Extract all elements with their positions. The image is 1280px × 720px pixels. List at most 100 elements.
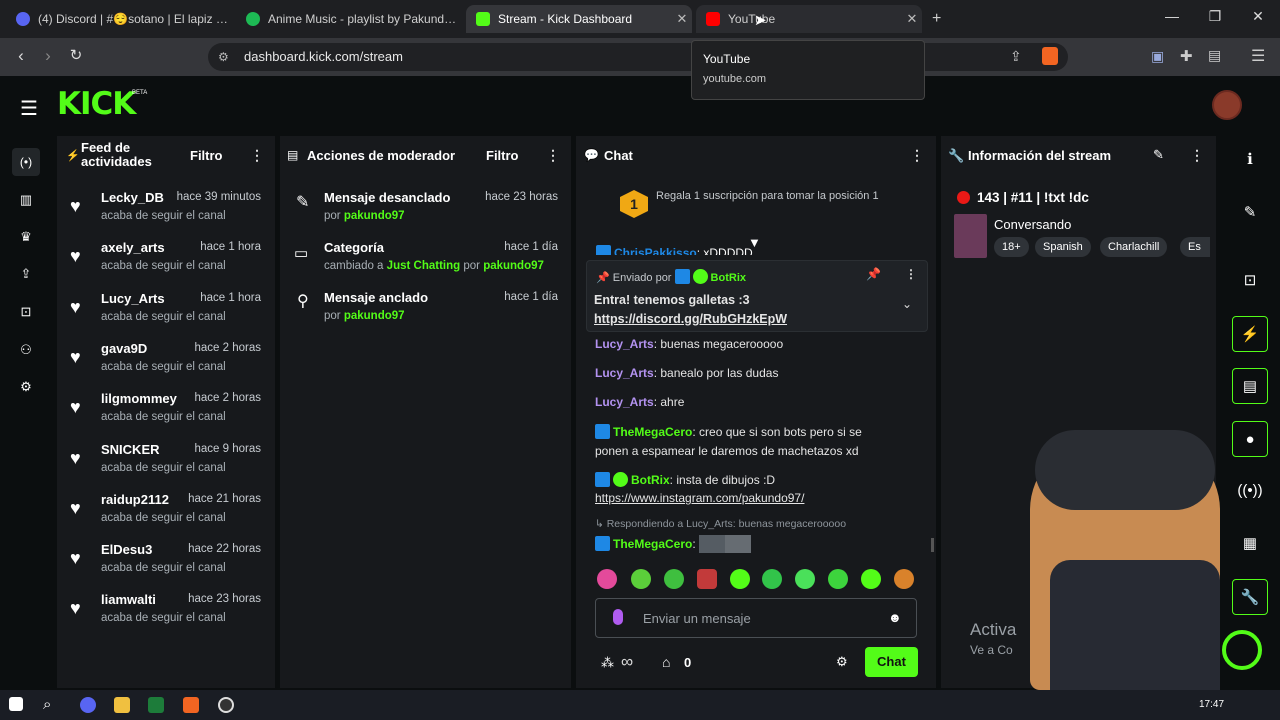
tab-youtube[interactable]: YouTube ✕: [696, 5, 922, 33]
maximize-icon[interactable]: ❐: [1200, 8, 1230, 30]
wallet-icon[interactable]: ▣: [1151, 48, 1164, 65]
emoji-icon[interactable]: ☻: [888, 610, 902, 625]
brave-shield-icon[interactable]: [1042, 47, 1058, 65]
pinned-more-icon[interactable]: ⋮: [905, 267, 917, 281]
feed-item[interactable]: ♥ ElDesu3 hace 22 horas acaba de seguir el …: [70, 542, 265, 586]
mod-more-icon[interactable]: ⋮: [546, 147, 560, 164]
feed-username: liamwalti: [101, 592, 156, 608]
feed-action: acaba de seguir el canal: [101, 360, 226, 373]
close-tab-icon[interactable]: ✕: [672, 11, 692, 27]
broadcast-icon[interactable]: ((•)): [1232, 473, 1268, 509]
layout-icon[interactable]: ▦: [1232, 526, 1268, 562]
info-more-icon[interactable]: ⋮: [1190, 147, 1204, 164]
minimize-icon[interactable]: —: [1157, 8, 1187, 30]
feed-item[interactable]: ♥ lilgmommey hace 2 horas acaba de seguir e…: [70, 391, 265, 435]
feed-item[interactable]: ♥ gava9D hace 2 horas acaba de seguir el ca…: [70, 341, 265, 385]
pin-icon[interactable]: 📌: [866, 267, 881, 281]
emote-icon[interactable]: [730, 569, 750, 589]
cat-hair-overlay: [1035, 430, 1215, 510]
forward-icon[interactable]: ›: [36, 46, 60, 68]
search-icon[interactable]: ⌕: [43, 696, 51, 713]
chevron-down-icon[interactable]: ⌄: [902, 297, 912, 311]
mod-action-title: Mensaje desanclado: [324, 190, 451, 205]
reload-icon[interactable]: ↻: [64, 46, 88, 68]
info-icon[interactable]: ℹ: [1232, 142, 1268, 178]
feed-item[interactable]: ♥ Lucy_Arts hace 1 hora acaba de seguir el …: [70, 291, 265, 335]
bolt-icon[interactable]: ⚡: [1232, 316, 1268, 352]
pinned-text: Entra! tenemos galletas :3: [594, 293, 750, 307]
emote-icon[interactable]: [762, 569, 782, 589]
watermark-text: Activa: [970, 620, 1017, 639]
feed-username: Lucy_Arts: [101, 290, 165, 306]
menu-icon[interactable]: ☰: [1251, 46, 1265, 66]
sidebar-stream-icon[interactable]: (•): [12, 148, 40, 176]
tab-kick[interactable]: Stream - Kick Dashboard ✕: [466, 5, 692, 33]
discord-icon[interactable]: [80, 697, 96, 713]
obs-icon[interactable]: [218, 697, 234, 713]
kick-logo[interactable]: KICK: [57, 86, 136, 122]
feed-more-icon[interactable]: ⋮: [250, 147, 264, 164]
analytics-icon[interactable]: ▥: [17, 192, 35, 208]
chat-more-icon[interactable]: ⋮: [910, 147, 924, 164]
edit-icon[interactable]: ✎: [1232, 195, 1268, 231]
emote-icon[interactable]: [664, 569, 684, 589]
document-icon[interactable]: ▤: [1232, 368, 1268, 404]
stream-title: 143 | #11 | !txt !dc: [977, 190, 1089, 205]
chat-link[interactable]: https://www.instagram.com/pakundo97/: [595, 491, 804, 505]
avatar[interactable]: [1212, 90, 1242, 120]
emote-icon[interactable]: [894, 569, 914, 589]
collapse-pinned-icon[interactable]: ▼: [748, 235, 761, 250]
upload-icon[interactable]: ⇪: [17, 266, 35, 282]
tab-title: (4) Discord | #😌sotano | El lapiz de L: [38, 12, 232, 26]
feed-username: gava9D: [101, 340, 148, 356]
excel-icon[interactable]: [148, 697, 164, 713]
emote-icon[interactable]: [861, 569, 881, 589]
site-settings-icon[interactable]: ⚙: [218, 50, 229, 64]
chat-settings-icon[interactable]: ⚙: [836, 654, 848, 670]
wrench-icon[interactable]: 🔧: [1232, 579, 1268, 615]
microphone-icon[interactable]: [613, 609, 623, 625]
brave-browser-icon[interactable]: [183, 697, 199, 713]
mouse-cursor-icon: ➤: [754, 12, 767, 29]
emote-icon[interactable]: [597, 569, 617, 589]
feed-item[interactable]: ♥ raidup2112 hace 21 horas acaba de seguir …: [70, 492, 265, 536]
feed-item[interactable]: ♥ axely_arts hace 1 hora acaba de seguir el…: [70, 240, 265, 284]
share-icon[interactable]: ⇪: [1010, 48, 1022, 65]
sidebar-toggle-icon[interactable]: ▤: [1208, 47, 1221, 64]
emote-icon[interactable]: [828, 569, 848, 589]
feed-item[interactable]: ♥ SNICKER hace 9 horas acaba de seguir el c…: [70, 442, 265, 486]
chat-send-button[interactable]: Chat: [865, 647, 918, 677]
info-title: Información del stream: [968, 148, 1112, 163]
file-explorer-icon[interactable]: [114, 697, 130, 713]
hamburger-menu-icon[interactable]: ☰: [20, 96, 38, 121]
new-tab-button[interactable]: +: [932, 10, 941, 28]
chat-scrollbar[interactable]: [931, 538, 934, 552]
back-icon[interactable]: ‹: [9, 46, 33, 68]
feed-filter-button[interactable]: Filtro: [190, 148, 223, 163]
screenshot-icon[interactable]: ⊡: [1232, 263, 1268, 299]
windows-start-icon[interactable]: [9, 697, 23, 711]
pinned-link[interactable]: https://discord.gg/RubGHzkEpW: [594, 312, 787, 326]
close-tab-icon[interactable]: ✕: [902, 11, 922, 27]
feed-time: hace 22 horas: [188, 543, 261, 556]
settings-icon[interactable]: ⚙: [17, 379, 35, 395]
edit-icon[interactable]: ✎: [1153, 147, 1164, 163]
feed-item[interactable]: ♥ liamwalti hace 23 horas acaba de seguir e…: [70, 592, 265, 636]
emote-icon[interactable]: [631, 569, 651, 589]
feed-item[interactable]: ♥ Lecky_DB hace 39 minutos acaba de seguir …: [70, 190, 265, 234]
close-window-icon[interactable]: ✕: [1243, 8, 1273, 30]
feed-action: acaba de seguir el canal: [101, 612, 226, 625]
mod-filter-button[interactable]: Filtro: [486, 148, 519, 163]
chat-bubble-icon[interactable]: ●: [1232, 421, 1268, 457]
trophy-icon[interactable]: ♛: [17, 229, 35, 245]
tab-spotify[interactable]: Anime Music - playlist by Pakundo | S: [236, 5, 462, 33]
community-icon[interactable]: ⚇: [17, 342, 35, 358]
feed-time: hace 1 hora: [200, 291, 261, 304]
emote-icon[interactable]: [697, 569, 717, 589]
extensions-icon[interactable]: ✚: [1180, 47, 1193, 65]
screenshot-icon[interactable]: ⊡: [17, 304, 35, 320]
store-icon[interactable]: ⌂: [662, 654, 670, 670]
url-text[interactable]: dashboard.kick.com/stream: [244, 49, 403, 64]
tab-discord[interactable]: (4) Discord | #😌sotano | El lapiz de L: [6, 5, 232, 33]
emote-icon[interactable]: [795, 569, 815, 589]
